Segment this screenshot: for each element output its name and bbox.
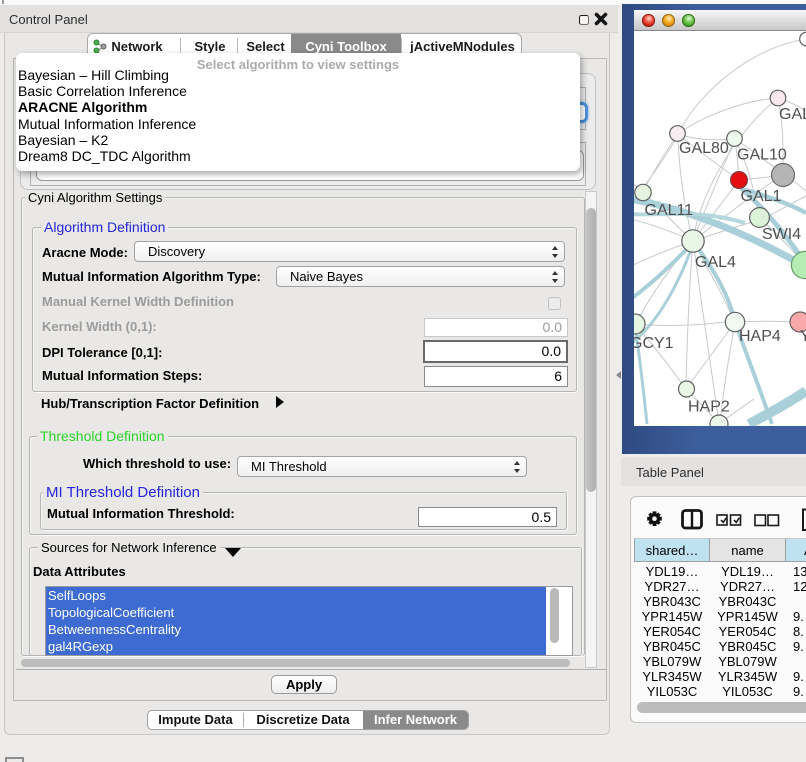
svg-text:SWI4: SWI4 — [762, 226, 801, 243]
svg-text:GCY1: GCY1 — [634, 335, 674, 352]
svg-text:GAL11: GAL11 — [645, 202, 694, 219]
svg-text:HAP2: HAP2 — [688, 399, 730, 416]
svg-text:Y: Y — [800, 328, 806, 345]
svg-text:GAL4: GAL4 — [695, 254, 736, 271]
svg-text:GAL1: GAL1 — [741, 188, 782, 205]
svg-text:HAP4: HAP4 — [739, 328, 781, 345]
svg-text:GAL80: GAL80 — [679, 140, 729, 157]
svg-text:GAL2: GAL2 — [779, 106, 806, 123]
svg-text:GAL10: GAL10 — [737, 147, 787, 164]
